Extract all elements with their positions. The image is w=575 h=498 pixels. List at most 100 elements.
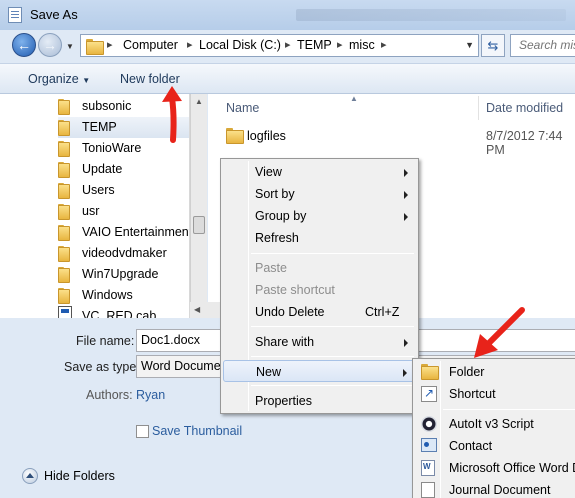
menu-separator — [251, 326, 414, 327]
nav-item-label: VAIO Entertainment — [82, 225, 190, 239]
nav-item-label: Update — [82, 162, 123, 176]
menu-item-properties[interactable]: Properties — [223, 390, 416, 412]
submenu-item-contact[interactable]: Contact — [415, 435, 575, 457]
submenu-item-journal-document[interactable]: Journal Document — [415, 479, 575, 498]
address-row: ← → ▼ ▸ Computer ▸ Local Disk (C:) ▸ TEM… — [0, 30, 575, 60]
menu-item-paste-shortcut[interactable]: Paste shortcut — [223, 279, 416, 301]
submenu-arrow-icon — [404, 213, 408, 221]
submenu-item-label: Contact — [449, 439, 493, 453]
chevron-right-icon[interactable]: ▸ — [187, 38, 193, 51]
nav-item-usr[interactable]: usr — [58, 201, 189, 222]
address-bar[interactable]: ▸ Computer ▸ Local Disk (C:) ▸ TEMP ▸ mi… — [80, 34, 479, 57]
nav-item-videodvdmaker[interactable]: videodvdmaker — [58, 243, 189, 264]
breadcrumb-temp[interactable]: TEMP — [297, 38, 332, 52]
column-divider[interactable] — [478, 96, 479, 120]
menu-item-label: Group by — [255, 209, 307, 223]
menu-item-label: Sort by — [255, 187, 295, 201]
filename-label: File name: — [76, 334, 135, 348]
back-arrow-icon: ← — [17, 37, 31, 53]
scroll-left-icon[interactable]: ◀ — [194, 305, 200, 314]
nav-item-label: usr — [82, 204, 100, 218]
sort-ascending-icon: ▲ — [350, 94, 358, 103]
submenu-item-folder[interactable]: Folder — [415, 361, 575, 383]
menu-item-view[interactable]: View — [223, 161, 416, 183]
submenu-arrow-icon — [404, 339, 408, 347]
breadcrumb-local-disk[interactable]: Local Disk (C:) — [199, 38, 281, 52]
recent-pages-dropdown[interactable]: ▼ — [66, 42, 74, 51]
save-thumbnail-label[interactable]: Save Thumbnail — [152, 424, 242, 438]
cab-file-icon — [58, 306, 72, 318]
nav-item-label: subsonic — [82, 99, 132, 113]
nav-item-update[interactable]: Update — [58, 159, 189, 180]
submenu-item-label: AutoIt v3 Script — [449, 417, 534, 431]
save-as-dialog: Save As ← → ▼ ▸ Computer ▸ Local Disk (C… — [0, 0, 575, 498]
menu-item-refresh[interactable]: Refresh — [223, 227, 416, 249]
organize-button[interactable]: Organize ▼ — [28, 72, 90, 86]
address-dropdown-icon[interactable]: ▼ — [465, 40, 474, 50]
column-header-name[interactable]: Name — [226, 101, 259, 115]
chevron-right-icon[interactable]: ▸ — [285, 38, 291, 51]
menu-separator — [251, 356, 414, 357]
contact-icon — [421, 438, 437, 452]
nav-item-label: Windows — [82, 288, 133, 302]
annotation-arrow-icon — [474, 307, 525, 358]
menu-separator — [443, 409, 575, 410]
authors-label: Authors: — [86, 388, 133, 402]
menu-separator — [251, 385, 414, 386]
menu-item-sort-by[interactable]: Sort by — [223, 183, 416, 205]
authors-value[interactable]: Ryan — [136, 388, 165, 402]
chevron-right-icon[interactable]: ▸ — [107, 38, 113, 51]
menu-item-label: Paste shortcut — [255, 283, 335, 297]
menu-item-group-by[interactable]: Group by — [223, 205, 416, 227]
submenu-item-autoit-script[interactable]: AutoIt v3 Script — [415, 413, 575, 435]
folder-icon — [58, 120, 70, 136]
journal-icon — [421, 482, 435, 498]
folder-icon — [58, 288, 70, 304]
chevron-right-icon[interactable]: ▸ — [381, 38, 387, 51]
save-thumbnail-checkbox[interactable] — [136, 425, 149, 438]
nav-item-label: VC_RED.cab — [82, 309, 157, 318]
menu-item-label: Properties — [255, 394, 312, 408]
nav-item-label: videodvdmaker — [82, 246, 167, 260]
chevron-right-icon[interactable]: ▸ — [337, 38, 343, 51]
scroll-up-icon[interactable]: ▲ — [195, 97, 203, 106]
nav-item-users[interactable]: Users — [58, 180, 189, 201]
window-title: Save As — [30, 7, 78, 22]
folder-icon — [58, 141, 70, 157]
submenu-item-word-document[interactable]: Microsoft Office Word Document — [415, 457, 575, 479]
chevron-up-icon — [22, 468, 38, 484]
folder-icon — [226, 128, 244, 144]
search-input[interactable] — [511, 35, 575, 55]
forward-button[interactable]: → — [38, 33, 62, 57]
organize-label: Organize — [28, 72, 79, 86]
menu-item-paste[interactable]: Paste — [223, 257, 416, 279]
menu-item-share-with[interactable]: Share with — [223, 331, 416, 353]
back-button[interactable]: ← — [12, 33, 36, 57]
menu-item-undo-delete[interactable]: Undo Delete Ctrl+Z — [223, 301, 416, 323]
scroll-thumb[interactable] — [193, 216, 205, 234]
folder-icon — [58, 99, 70, 115]
search-box[interactable] — [510, 34, 575, 57]
nav-item-windows[interactable]: Windows — [58, 285, 189, 306]
annotation-arrow-icon — [162, 86, 182, 143]
autoit-icon — [421, 416, 437, 432]
refresh-button[interactable]: ⇆ — [481, 34, 505, 57]
nav-item-win7upgrade[interactable]: Win7Upgrade — [58, 264, 189, 285]
submenu-item-label: Microsoft Office Word Document — [449, 461, 575, 475]
breadcrumb-computer[interactable]: Computer — [123, 38, 178, 52]
folder-icon — [58, 246, 70, 262]
menu-item-new[interactable]: New — [223, 360, 416, 382]
submenu-item-shortcut[interactable]: Shortcut — [415, 383, 575, 405]
command-toolbar: Organize ▼ New folder — [0, 63, 575, 94]
nav-item-vc-red-cab[interactable]: VC_RED.cab — [58, 306, 189, 318]
column-header-date-modified[interactable]: Date modified — [486, 101, 563, 115]
folder-icon — [58, 225, 70, 241]
new-submenu: Folder Shortcut AutoIt v3 Script Contact… — [412, 358, 575, 498]
submenu-arrow-icon — [403, 369, 407, 377]
navigation-scrollbar[interactable]: ▲ ▼ — [190, 94, 207, 318]
hide-folders-label: Hide Folders — [44, 469, 115, 483]
nav-item-vaio-entertainment[interactable]: VAIO Entertainment — [58, 222, 190, 243]
breadcrumb-misc[interactable]: misc — [349, 38, 375, 52]
context-menu: View Sort by Group by Refresh Paste Past… — [220, 158, 419, 414]
submenu-item-label: Journal Document — [449, 483, 551, 497]
